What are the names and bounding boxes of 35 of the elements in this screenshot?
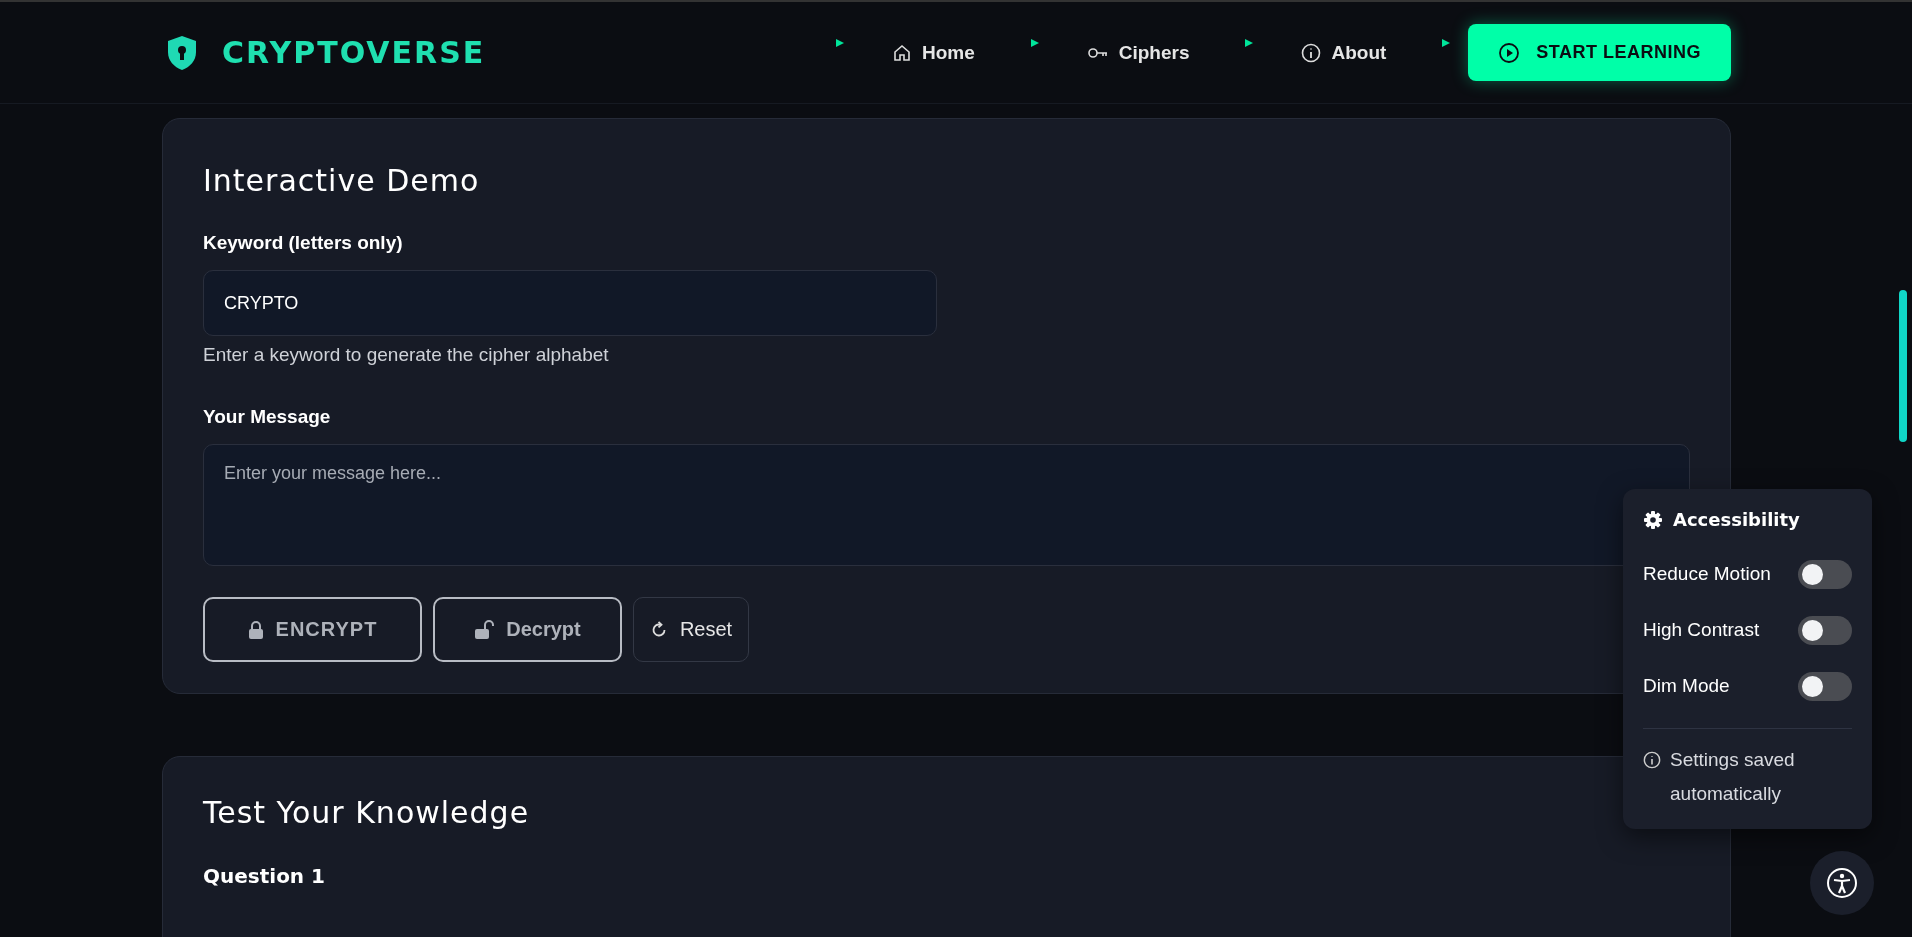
field-label: Keyword (letters only): [203, 232, 404, 254]
question-title: Question 1: [203, 864, 326, 888]
decrypt-button[interactable]: Decrypt: [433, 597, 622, 662]
unlocked-padlock-icon: [474, 619, 495, 640]
toggle-switch[interactable]: [1798, 615, 1852, 645]
triangle-icon: [1442, 38, 1451, 47]
help-text: Enter a keyword to generate the cipher alphabet: [203, 344, 610, 366]
logo-text[interactable]: CRYPTOVERSE: [222, 35, 486, 70]
accessibility-icon: [1826, 867, 1858, 899]
triangle-icon: [1030, 38, 1039, 47]
field-label: Your Message: [203, 406, 332, 428]
info-icon: [1301, 42, 1322, 63]
shield-lock-icon: [166, 34, 198, 71]
play-icon: [1498, 41, 1521, 64]
triangle-icon: [835, 38, 844, 47]
toggle-switch[interactable]: [1798, 559, 1852, 589]
toggle-label: Dim Mode: [1643, 675, 1730, 697]
nav-link[interactable]: Home: [891, 41, 975, 64]
encrypt-button[interactable]: ENCRYPT: [203, 597, 422, 662]
section-title: Interactive Demo: [203, 163, 481, 198]
toggle-label: Reduce Motion: [1643, 563, 1771, 585]
home-icon: [891, 42, 912, 63]
note-text: Settings saved automatically: [1670, 748, 1796, 806]
lock-icon: [247, 619, 264, 640]
triangle-icon: [1245, 38, 1254, 47]
keyword-input[interactable]: CRYPTO: [203, 270, 937, 336]
info-icon: [1643, 751, 1661, 769]
scrollbar-thumb[interactable]: [1899, 290, 1907, 442]
settings-icon: [1643, 509, 1663, 530]
reset-button[interactable]: Reset: [633, 597, 749, 662]
nav-link[interactable]: About: [1301, 41, 1387, 64]
toggle-switch[interactable]: [1798, 671, 1852, 701]
start-learning-button[interactable]: START LEARNING: [1468, 24, 1731, 81]
toggle-label: High Contrast: [1643, 619, 1760, 641]
nav-link[interactable]: Ciphers: [1086, 41, 1190, 64]
